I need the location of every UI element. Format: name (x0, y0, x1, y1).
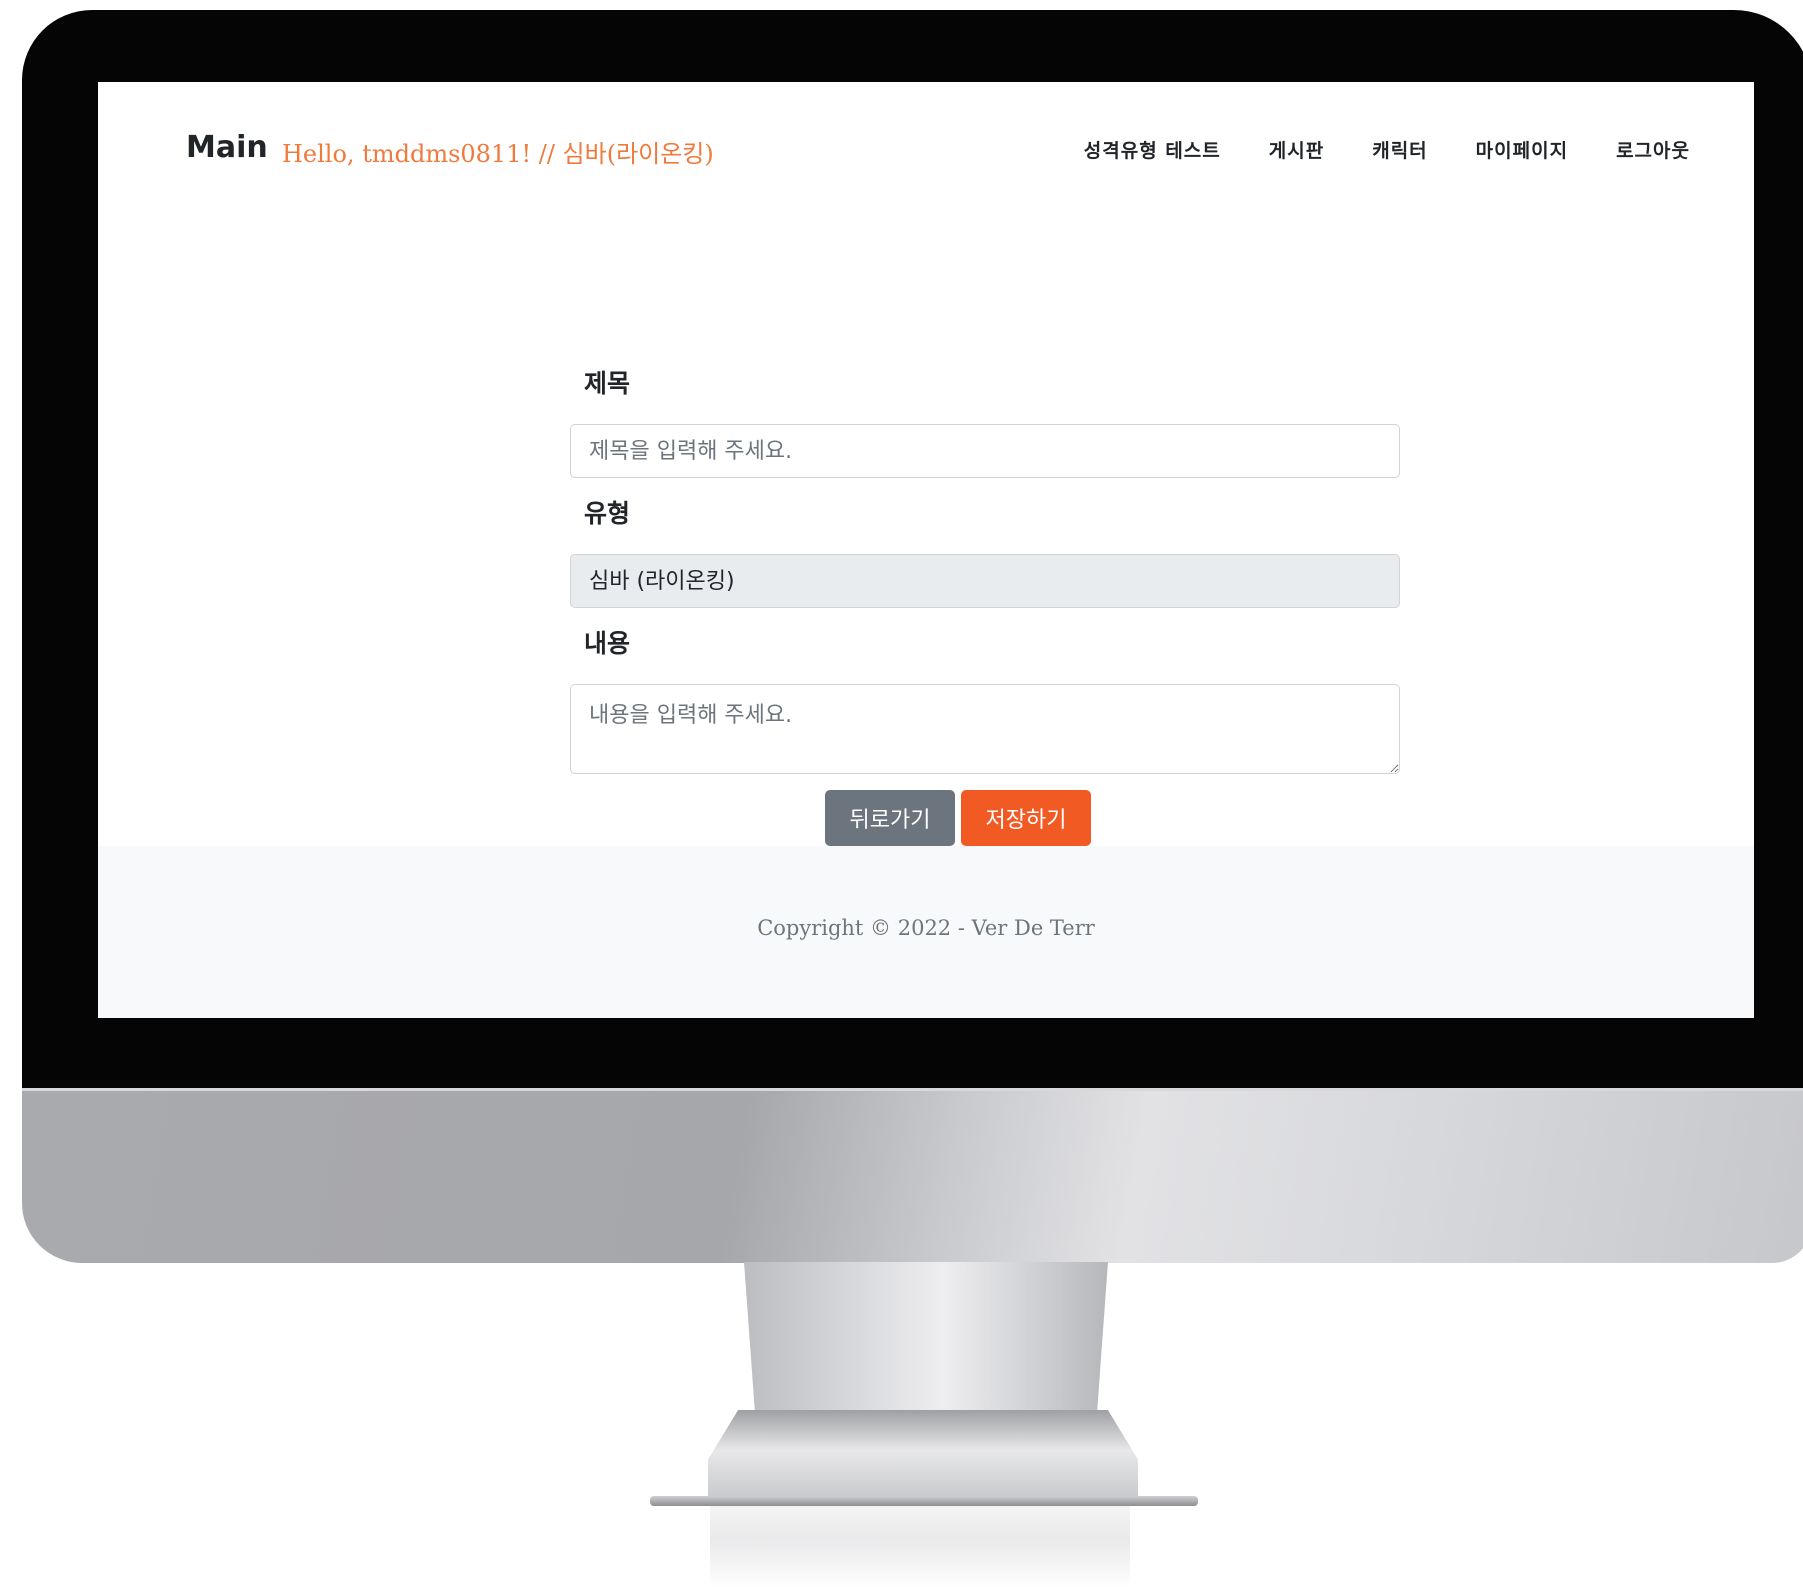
content-textarea[interactable] (570, 684, 1400, 774)
title-input[interactable] (570, 424, 1400, 478)
monitor-stand-neck (744, 1262, 1108, 1412)
form-buttons: 뒤로가기 저장하기 (825, 790, 1091, 846)
content-label: 내용 (584, 629, 631, 658)
back-button[interactable]: 뒤로가기 (825, 790, 955, 846)
brand-link[interactable]: Main (186, 130, 268, 165)
nav-item-mypage[interactable]: 마이페이지 (1476, 136, 1568, 163)
title-label: 제목 (584, 369, 631, 398)
monitor-stand-reflection (710, 1506, 1130, 1588)
nav-item-characters[interactable]: 캐릭터 (1372, 136, 1427, 163)
type-field: 심바 (라이온킹) (570, 554, 1400, 608)
nav-item-logout[interactable]: 로그아웃 (1616, 136, 1690, 163)
type-label: 유형 (584, 499, 631, 528)
nav-item-board[interactable]: 게시판 (1269, 136, 1324, 163)
nav-menu: 성격유형 테스트 게시판 캐릭터 마이페이지 로그아웃 (1084, 136, 1690, 163)
copyright-text: Copyright © 2022 - Ver De Terr (757, 916, 1095, 940)
navbar: Main Hello, tmddms0811! // 심바(라이온킹) 성격유형… (98, 82, 1754, 222)
nav-item-personality-test[interactable]: 성격유형 테스트 (1084, 136, 1221, 163)
monitor-chin-edge (22, 1088, 1803, 1091)
monitor-chin (22, 1088, 1803, 1263)
monitor-stand-foot (708, 1410, 1138, 1500)
post-form: 제목 유형 심바 (라이온킹) 내용 (570, 364, 1400, 778)
monitor-stand-base (650, 1496, 1198, 1506)
save-button[interactable]: 저장하기 (961, 790, 1091, 846)
screen: Main Hello, tmddms0811! // 심바(라이온킹) 성격유형… (98, 82, 1754, 1018)
footer: Copyright © 2022 - Ver De Terr (98, 846, 1754, 1018)
user-greeting: Hello, tmddms0811! // 심바(라이온킹) (282, 140, 714, 168)
